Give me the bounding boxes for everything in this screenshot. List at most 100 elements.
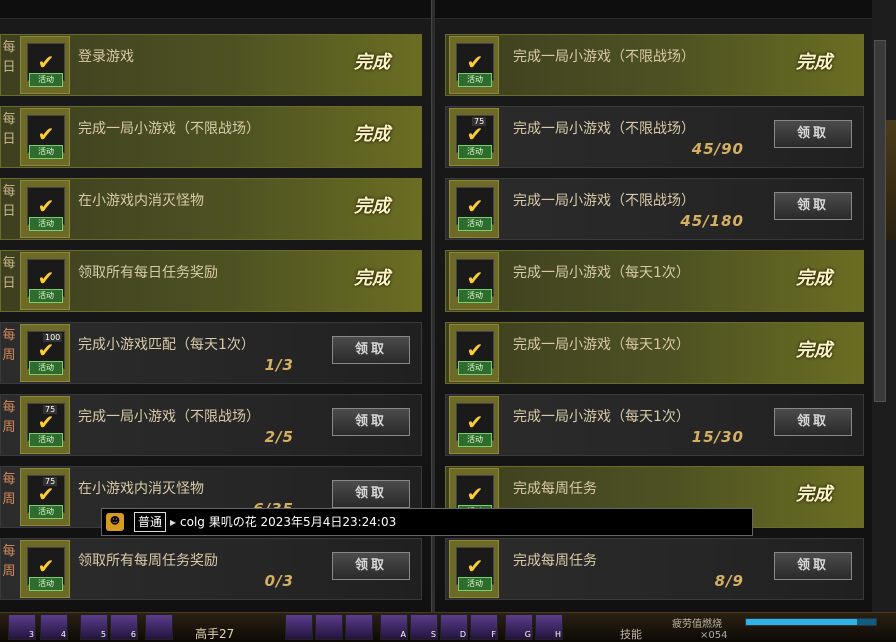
task-title: 完成一局小游戏（每天1次）: [513, 265, 690, 281]
task-row: ✔ 活动 完成一局小游戏（每天1次） 完成: [445, 322, 864, 384]
task-icon-frame: ✔活动: [449, 252, 499, 310]
task-progress: 45/180: [680, 212, 744, 230]
task-title: 完成一局小游戏（每天1次）: [513, 409, 690, 425]
status-done: 完成: [354, 196, 390, 217]
task-progress: 8/9: [714, 572, 744, 590]
panel-top-strip: [0, 0, 872, 19]
claim-button[interactable]: 领取: [774, 408, 852, 436]
skill-slot[interactable]: A: [380, 614, 408, 640]
task-icon-frame: ✔活动: [449, 396, 499, 454]
claim-button[interactable]: 领取: [774, 192, 852, 220]
task-title: 登录游戏: [78, 49, 134, 65]
task-icon-frame: ✔ 75 活动: [20, 396, 70, 454]
task-title: 完成一局小游戏（不限战场）: [78, 121, 260, 137]
task-period-label: 每 日: [2, 112, 16, 147]
chat-arrow-icon: ▸: [170, 515, 177, 529]
skill-slot[interactable]: 6: [110, 614, 138, 640]
task-progress: 15/30: [691, 428, 744, 446]
task-title: 完成一局小游戏（不限战场）: [513, 193, 695, 209]
event-badge: 活动: [29, 217, 63, 231]
skill-slot[interactable]: 5: [80, 614, 108, 640]
task-row: ✔ 活动 完成一局小游戏（每天1次） 15/30 领取: [445, 394, 864, 456]
chat-channel-label: 普通: [134, 512, 167, 532]
task-period-label: 每 周: [2, 328, 16, 363]
task-title: 完成一局小游戏（不限战场）: [78, 409, 260, 425]
task-row: 每 日 ✔ 活动 在小游戏内消灭怪物 完成: [0, 178, 422, 240]
task-period-label: 每 日: [2, 40, 16, 75]
claim-button[interactable]: 领取: [332, 408, 410, 436]
task-row: ✔ 75 活动 完成一局小游戏（不限战场） 45/90 领取: [445, 106, 864, 168]
task-period-label: 每 周: [2, 472, 16, 507]
skill-slot[interactable]: D: [440, 614, 468, 640]
task-icon-frame: ✔ 75 活动: [20, 468, 70, 526]
skill-slot[interactable]: 3: [8, 614, 36, 640]
event-badge: 活动: [458, 73, 492, 87]
task-title: 完成每周任务: [513, 481, 597, 497]
fatigue-bar: [745, 618, 877, 626]
task-title: 领取所有每周任务奖励: [78, 553, 218, 569]
event-badge: 活动: [458, 433, 492, 447]
task-row: ✔ 活动 完成一局小游戏（每天1次） 完成: [445, 250, 864, 312]
task-title: 领取所有每日任务奖励: [78, 265, 218, 281]
item-count: ×054: [700, 630, 728, 641]
event-badge: 活动: [29, 433, 63, 447]
event-badge: 活动: [29, 73, 63, 87]
task-row: ✔ 活动 完成一局小游戏（不限战场） 45/180 领取: [445, 178, 864, 240]
player-level: 高手27: [195, 627, 235, 641]
task-progress: 1/3: [264, 356, 294, 374]
task-progress: 45/90: [691, 140, 744, 158]
task-row: 每 日 ✔ 活动 完成一局小游戏（不限战场） 完成: [0, 106, 422, 168]
claim-button[interactable]: 领取: [774, 120, 852, 148]
claim-button[interactable]: 领取: [774, 552, 852, 580]
fatigue-label: 疲劳值燃烧: [672, 619, 722, 630]
status-done: 完成: [796, 340, 832, 361]
task-row: ✔ 活动 完成一局小游戏（不限战场） 完成: [445, 34, 864, 96]
task-icon-frame: ✔活动: [20, 36, 70, 94]
chat-message: ☻ 普通 ▸ colg 果叽の花 2023年5月4日23:24:03: [101, 508, 753, 536]
task-progress: 0/3: [264, 572, 294, 590]
task-title: 完成每周任务: [513, 553, 597, 569]
edge-decoration: [886, 120, 896, 240]
task-row: 每 周 ✔ 75 活动 完成一局小游戏（不限战场） 2/5 领取: [0, 394, 422, 456]
skill-slot[interactable]: [145, 614, 173, 640]
event-badge: 活动: [29, 505, 63, 519]
skill-label[interactable]: 技能: [620, 626, 642, 642]
claim-button[interactable]: 领取: [332, 552, 410, 580]
icon-count: 75: [472, 117, 487, 126]
event-badge: 活动: [458, 145, 492, 159]
event-badge: 活动: [458, 217, 492, 231]
icon-count: 100: [43, 333, 63, 342]
skill-slot[interactable]: [345, 614, 373, 640]
chat-text: colg 果叽の花 2023年5月4日23:24:03: [180, 515, 397, 529]
claim-button[interactable]: 领取: [332, 336, 410, 364]
status-done: 完成: [796, 484, 832, 505]
status-done: 完成: [354, 268, 390, 289]
task-row: 每 日 ✔ 活动 登录游戏 完成: [0, 34, 422, 96]
skill-slot[interactable]: [315, 614, 343, 640]
status-done: 完成: [796, 268, 832, 289]
task-progress: 2/5: [264, 428, 294, 446]
status-done: 完成: [354, 52, 390, 73]
task-icon-frame: ✔活动: [449, 180, 499, 238]
skill-slot[interactable]: [285, 614, 313, 640]
claim-button[interactable]: 领取: [332, 480, 410, 508]
task-row: ✔ 活动 完成每周任务 8/9 领取: [445, 538, 864, 600]
scrollbar-thumb[interactable]: [874, 40, 886, 402]
task-row: 每 周 ✔ 100 活动 完成小游戏匹配（每天1次） 1/3 领取: [0, 322, 422, 384]
task-icon-frame: ✔ 100 活动: [20, 324, 70, 382]
event-badge: 活动: [458, 361, 492, 375]
task-icon-frame: ✔活动: [449, 36, 499, 94]
skill-slot[interactable]: S: [410, 614, 438, 640]
task-icon-frame: ✔活动: [449, 324, 499, 382]
chat-avatar-icon: ☻: [106, 513, 124, 531]
icon-count: 75: [43, 477, 58, 486]
task-period-label: 每 周: [2, 400, 16, 435]
fatigue-fill: [746, 619, 857, 625]
task-icon-frame: ✔活动: [20, 252, 70, 310]
event-badge: 活动: [458, 289, 492, 303]
skill-slot[interactable]: F: [470, 614, 498, 640]
skill-slot[interactable]: 4: [40, 614, 68, 640]
task-title: 在小游戏内消灭怪物: [78, 481, 204, 497]
skill-slot[interactable]: H: [535, 614, 563, 640]
skill-slot[interactable]: G: [505, 614, 533, 640]
